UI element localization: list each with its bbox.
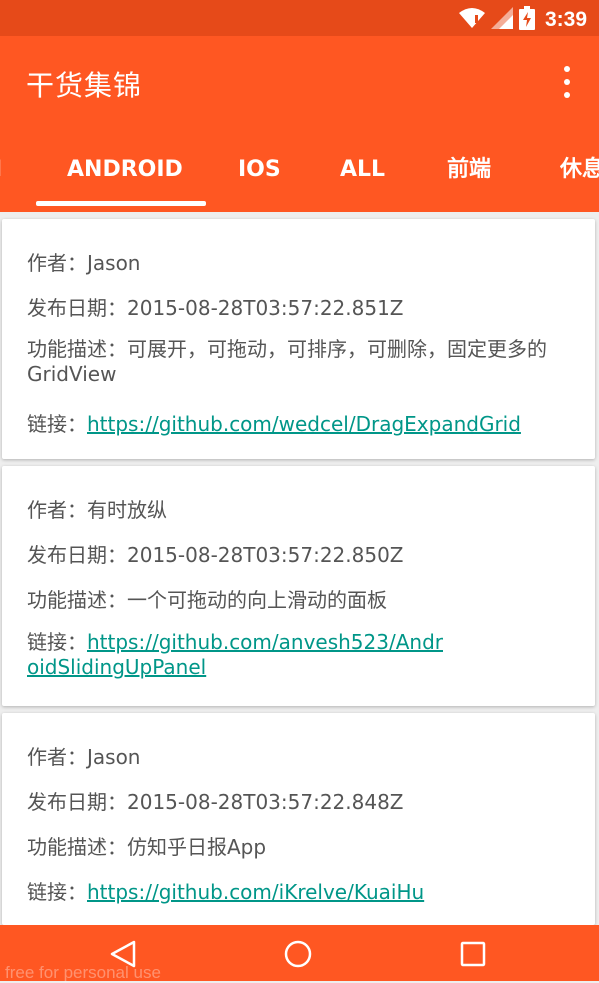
author-label: 作者： [27,251,87,275]
date-value: 2015-08-28T03:57:22.851Z [127,296,404,320]
link-row: 链接：https://github.com/anvesh523/AndroidS… [27,630,447,680]
author-row: 作者：有时放纵 [27,494,167,523]
battery-charging-icon [518,6,535,34]
desc-label: 功能描述： [27,588,127,612]
overflow-menu-button[interactable] [555,66,579,98]
tab-partial-left[interactable]: I [0,140,4,200]
desc-row: 功能描述：一个可拖动的向上滑动的面板 [27,584,387,613]
status-icons: 3:39 [458,6,587,34]
date-value: 2015-08-28T03:57:22.850Z [127,543,404,567]
desc-label: 功能描述： [27,337,127,361]
home-button[interactable] [281,939,315,969]
link-label: 链接： [27,880,87,904]
tab-rest[interactable]: 休息 [560,140,599,200]
signal-icon [490,7,513,33]
card-item[interactable]: 作者：Jason 发布日期：2015-08-28T03:57:22.851Z 功… [2,219,595,459]
author-row: 作者：Jason [27,247,141,276]
more-vert-icon-dot [564,92,570,98]
tab-indicator [36,201,206,206]
recents-button[interactable] [456,939,490,969]
status-bar: 3:39 [0,0,599,36]
more-vert-icon-dot [564,79,570,85]
wifi-icon [458,7,485,33]
repo-link[interactable]: https://github.com/iKrelve/KuaiHu [87,880,424,904]
repo-link[interactable]: https://github.com/wedcel/DragExpandGrid [87,412,521,436]
date-row: 发布日期：2015-08-28T03:57:22.850Z [27,539,404,568]
link-row: 链接：https://github.com/iKrelve/KuaiHu [27,876,424,905]
date-row: 发布日期：2015-08-28T03:57:22.851Z [27,292,404,321]
home-circle-icon [284,940,312,968]
tab-frontend[interactable]: 前端 [447,140,491,200]
desc-row: 功能描述：仿知乎日报App [27,831,266,860]
more-vert-icon [564,66,570,72]
link-label: 链接： [27,412,87,436]
date-label: 发布日期： [27,790,127,814]
recents-square-icon [460,941,486,967]
tab-android[interactable]: ANDROID [67,140,183,200]
tab-ios[interactable]: IOS [238,140,281,200]
card-item[interactable]: 作者：Jason 发布日期：2015-08-28T03:57:22.848Z 功… [2,713,595,925]
app-bar: 干货集锦 I ANDROID IOS ALL 前端 休息 [0,36,599,212]
desc-value: 仿知乎日报App [127,835,267,859]
date-label: 发布日期： [27,543,127,567]
desc-value: 一个可拖动的向上滑动的面板 [127,588,387,612]
link-row: 链接：https://github.com/wedcel/DragExpandG… [27,408,521,437]
desc-label: 功能描述： [27,835,127,859]
repo-link[interactable]: https://github.com/anvesh523/AndroidSlid… [27,630,443,679]
author-row: 作者：Jason [27,741,141,770]
card-item[interactable]: 作者：有时放纵 发布日期：2015-08-28T03:57:22.850Z 功能… [2,466,595,706]
author-label: 作者： [27,745,87,769]
app-title: 干货集锦 [26,69,143,102]
author-value: Jason [87,251,141,275]
status-time: 3:39 [544,8,587,31]
link-label: 链接： [27,630,87,654]
author-value: 有时放纵 [87,498,167,522]
author-label: 作者： [27,498,87,522]
date-label: 发布日期： [27,296,127,320]
watermark: free for personal use [5,963,161,982]
author-value: Jason [87,745,141,769]
date-row: 发布日期：2015-08-28T03:57:22.848Z [27,786,404,815]
date-value: 2015-08-28T03:57:22.848Z [127,790,404,814]
desc-row: 功能描述：可展开，可拖动，可排序，可删除，固定更多的GridView [27,337,572,387]
tab-all[interactable]: ALL [340,140,385,200]
